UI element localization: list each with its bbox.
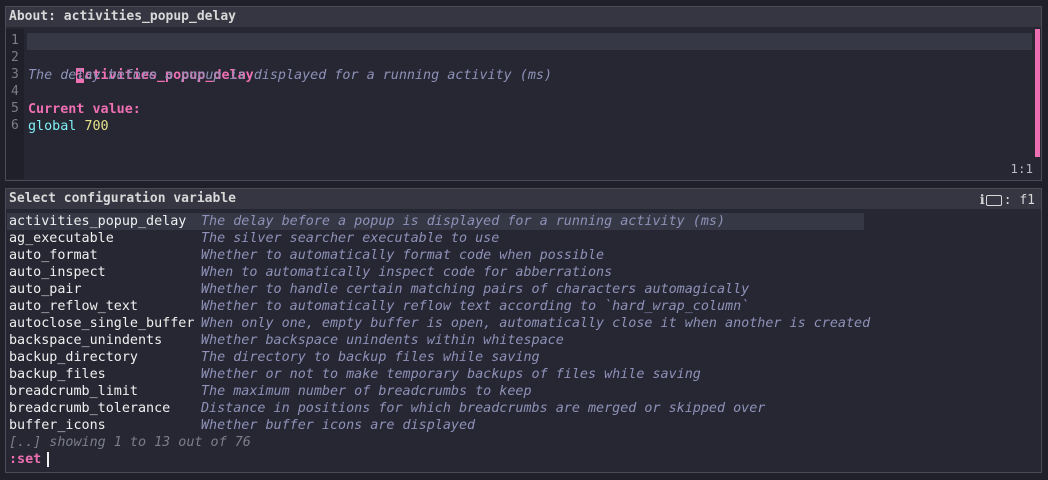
item-name: breadcrumb_limit	[9, 384, 138, 399]
list-item[interactable]: breadcrumb_limit The maximum number of br…	[7, 383, 864, 400]
command-prompt[interactable]: :set	[9, 451, 50, 469]
value-number: 700	[84, 119, 109, 134]
item-name: autoclose_single_buffer	[9, 316, 195, 331]
item-name: ag_executable	[9, 231, 114, 246]
cursor-position: 1:1	[1010, 161, 1033, 176]
item-description: Whether or not to make temporary backups…	[201, 367, 701, 382]
list-item[interactable]: autoclose_single_buffer When only one, em…	[7, 315, 870, 332]
input-caret	[47, 451, 50, 467]
item-name: buffer_icons	[9, 418, 106, 433]
item-description: The maximum number of breadcrumbs to kee…	[201, 384, 532, 399]
about-panel: About: activities_popup_delay 1 2 3 4 5 …	[5, 6, 1042, 181]
list-item-selected[interactable]: activities_popup_delay The delay before a…	[7, 213, 864, 230]
item-description: Distance in positions for which breadcru…	[201, 401, 766, 416]
line-number: 4	[11, 84, 19, 99]
item-description: When to automatically inspect code for a…	[201, 265, 613, 280]
item-name: backup_files	[9, 367, 106, 382]
list-item[interactable]: backup_files Whether or not to make tempo…	[7, 366, 864, 383]
info-icon: ℹ	[979, 193, 985, 208]
list-item[interactable]: auto_format Whether to automatically form…	[7, 247, 864, 264]
list-item[interactable]: auto_pair Whether to handle certain match…	[7, 281, 864, 298]
item-description: The directory to backup files while savi…	[201, 350, 540, 365]
item-name: backspace_unindents	[9, 333, 163, 348]
select-panel: Select configuration variable ℹ: f1 acti…	[5, 188, 1042, 473]
item-description: Whether to automatically format code whe…	[201, 248, 605, 263]
line-number: 1	[11, 33, 19, 48]
item-description: The delay before a popup is displayed fo…	[201, 214, 726, 229]
list-item[interactable]: buffer_icons Whether buffer icons are dis…	[7, 417, 864, 434]
about-editor[interactable]: activities_popup_delay The delay before …	[27, 31, 1032, 178]
item-description: Whether to handle certain matching pairs…	[201, 282, 750, 297]
keyboard-icon	[985, 195, 1002, 206]
list-item[interactable]: auto_inspect When to automatically inspec…	[7, 264, 864, 281]
help-key: f1	[1019, 193, 1035, 208]
variable-heading-line: activities_popup_delay	[27, 33, 1032, 83]
item-description: The silver searcher executable to use	[201, 231, 500, 246]
list-footer-status: [..] showing 1 to 13 out of 76	[9, 435, 251, 450]
select-title: Select configuration variable	[9, 191, 236, 206]
line-number: 6	[11, 118, 19, 133]
item-name: auto_pair	[9, 282, 82, 297]
current-value-line: global 700	[28, 118, 109, 135]
prompt-label: :set	[9, 452, 42, 467]
list-item[interactable]: backup_directory The directory to backup …	[7, 349, 864, 366]
item-name: auto_inspect	[9, 265, 106, 280]
variable-list: activities_popup_delay The delay before a…	[7, 213, 870, 451]
line-number: 3	[11, 67, 19, 82]
line-number: 2	[11, 50, 19, 65]
item-description: Whether backspace unindents within white…	[201, 333, 564, 348]
item-description: Whether to automatically reflow text acc…	[201, 299, 750, 314]
line-number-gutter: 1 2 3 4 5 6	[6, 29, 24, 179]
about-title: About: activities_popup_delay	[6, 7, 1041, 27]
item-name: backup_directory	[9, 350, 138, 365]
list-item[interactable]: auto_reflow_text Whether to automatically…	[7, 298, 864, 315]
item-name: activities_popup_delay	[9, 214, 187, 229]
list-item[interactable]: ag_executable The silver searcher executa…	[7, 230, 864, 247]
current-value-label: Current value:	[28, 102, 141, 117]
cursor-line-highlight	[27, 33, 1032, 50]
item-name: breadcrumb_tolerance	[9, 401, 171, 416]
line-number: 5	[11, 101, 19, 116]
value-scope: global	[28, 119, 77, 134]
list-item[interactable]: backspace_unindents Whether backspace uni…	[7, 332, 864, 349]
variable-description: The delay before a popup is displayed fo…	[28, 68, 553, 83]
scrollbar[interactable]	[1035, 29, 1040, 157]
item-name: auto_format	[9, 248, 98, 263]
item-description: When only one, empty buffer is open, aut…	[201, 316, 871, 331]
select-titlebar: Select configuration variable ℹ: f1	[6, 189, 1041, 209]
item-description: Whether buffer icons are displayed	[201, 418, 476, 433]
item-name: auto_reflow_text	[9, 299, 138, 314]
help-indicator[interactable]: ℹ: f1	[980, 191, 1035, 211]
list-item[interactable]: breadcrumb_tolerance Distance in position…	[7, 400, 864, 417]
